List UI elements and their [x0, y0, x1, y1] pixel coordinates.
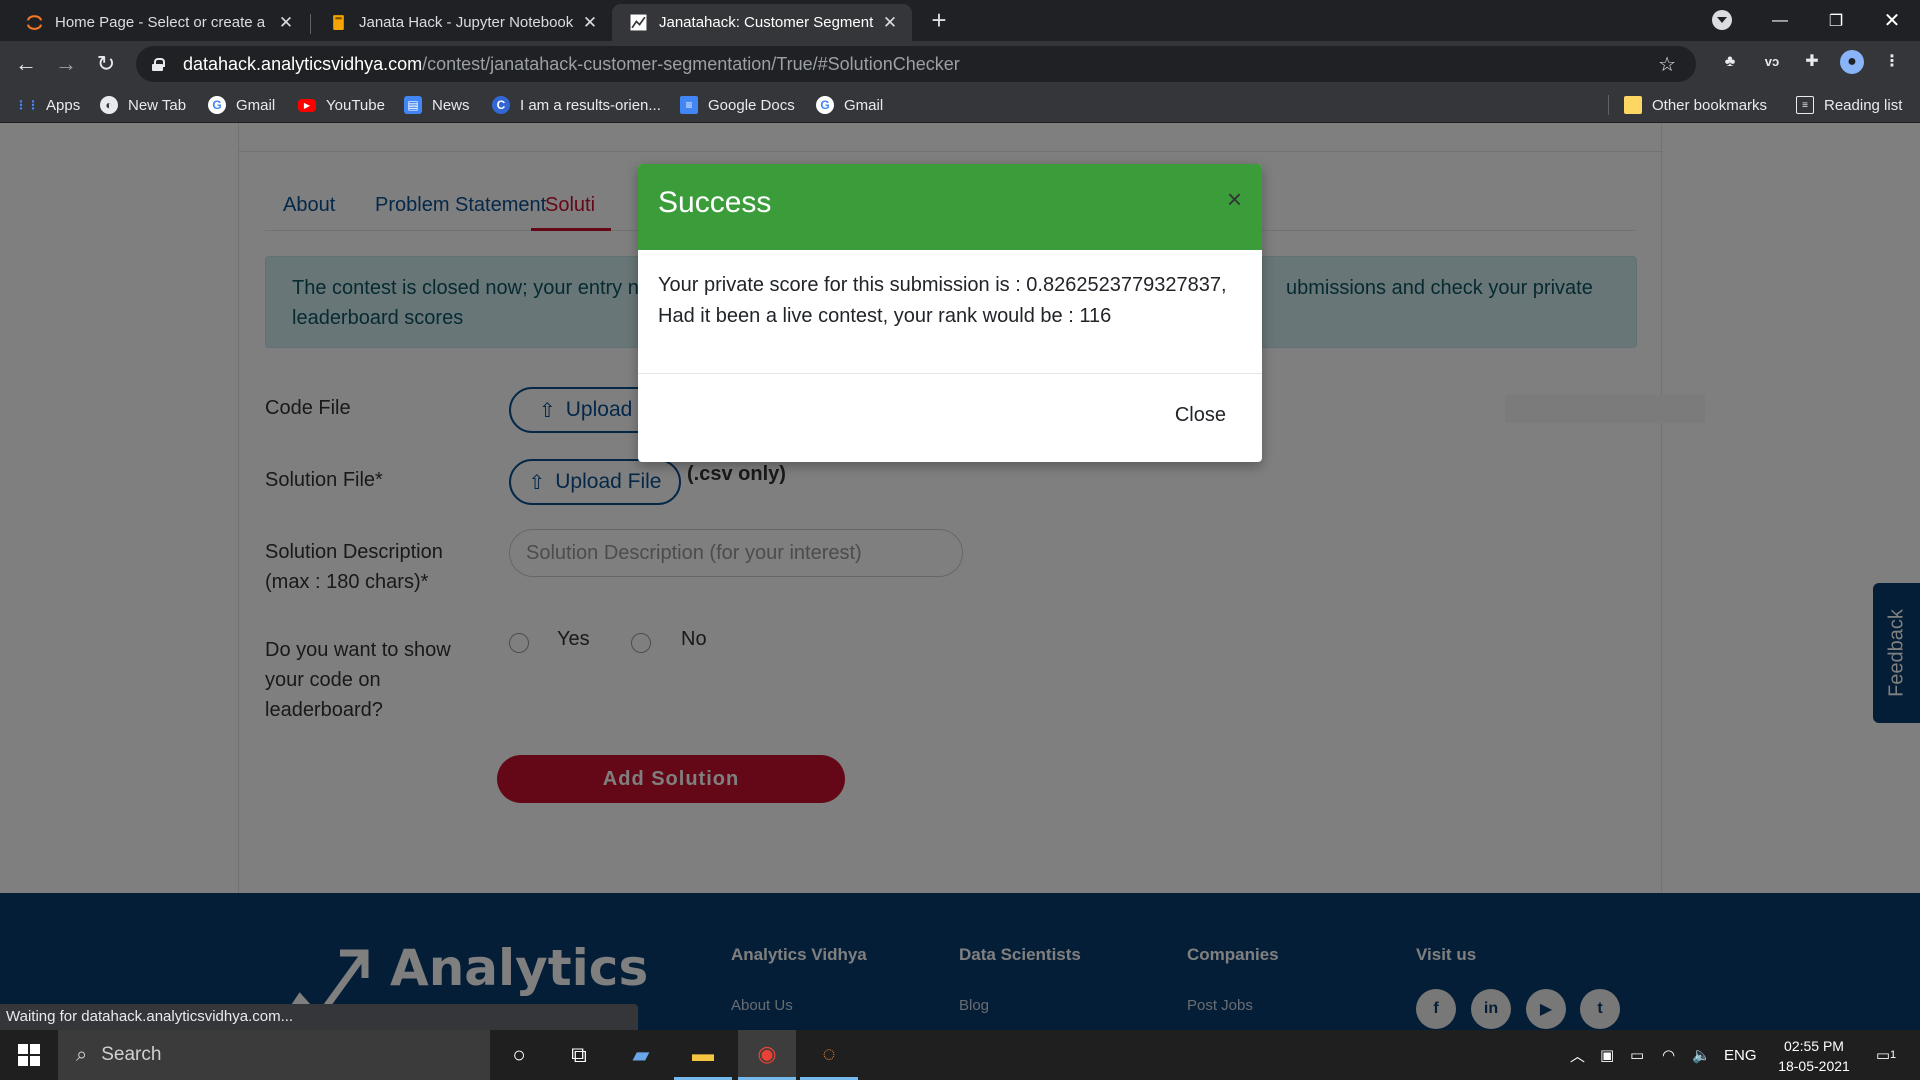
close-window-button[interactable]: ✕ — [1864, 0, 1920, 41]
browser-tab-jupyter[interactable]: Janata Hack - Jupyter Notebook ✕ — [312, 4, 612, 41]
jupyter-icon — [27, 15, 42, 30]
vpn-extension-icon[interactable]: vɔ — [1760, 50, 1784, 74]
bookmark-gmail-2[interactable]: G Gmail — [816, 95, 883, 115]
clock-time: 02:55 PM — [1784, 1038, 1844, 1054]
browser-tab-home[interactable]: Home Page - Select or create a n ✕ — [8, 4, 308, 41]
news-icon: ▤ — [404, 96, 422, 114]
tab-title: Janatahack: Customer Segmentat — [659, 14, 874, 31]
url-host: datahack.analyticsvidhya.com — [183, 53, 423, 74]
wifi-icon[interactable]: ◠ — [1662, 1030, 1675, 1080]
address-bar[interactable]: datahack.analyticsvidhya.com/contest/jan… — [136, 46, 1696, 82]
google-icon: G — [816, 96, 834, 114]
forward-icon[interactable]: → — [52, 50, 80, 78]
browser-status-bar: Waiting for datahack.analyticsvidhya.com… — [0, 1004, 638, 1030]
folder-icon — [1624, 96, 1642, 114]
show-hidden-icons[interactable]: ︿ — [1570, 1030, 1585, 1080]
close-tab-icon[interactable]: ✕ — [276, 13, 296, 33]
notification-count: 1 — [1890, 1049, 1897, 1061]
extensions-puzzle-icon[interactable]: ✚ — [1800, 50, 1824, 74]
taskbar-search-box[interactable]: ⌕ Search — [58, 1030, 490, 1080]
task-view-icon[interactable]: ⧉ — [550, 1030, 608, 1080]
restore-button[interactable]: ❐ — [1808, 0, 1864, 41]
windows-start-icon[interactable] — [0, 1030, 58, 1080]
jupyter-taskbar-icon[interactable]: ◌ — [800, 1030, 858, 1080]
bookmark-label: Gmail — [236, 96, 276, 114]
clock-date: 18-05-2021 — [1778, 1058, 1850, 1074]
bookmark-other[interactable]: Other bookmarks — [1624, 95, 1767, 115]
bookmark-new-tab[interactable]: ◐ New Tab — [100, 95, 186, 115]
bookmark-label: Gmail — [844, 96, 884, 114]
bookmark-label: YouTube — [326, 96, 385, 114]
notifications-icon[interactable]: ▭ 1 — [1866, 1030, 1906, 1080]
close-tab-icon[interactable]: ✕ — [580, 13, 600, 33]
bookmark-youtube[interactable]: ▶ YouTube — [298, 95, 385, 115]
bookmark-label: Google Docs — [708, 96, 795, 114]
tab-divider — [310, 14, 311, 34]
bookmark-apps[interactable]: ⋮⋮ Apps — [15, 95, 81, 115]
globe-icon: ◐ — [100, 96, 118, 114]
modal-close-icon[interactable]: × — [1227, 186, 1242, 212]
taskbar-search-label: Search — [101, 1044, 162, 1065]
battery-icon[interactable]: ▭ — [1630, 1030, 1644, 1080]
bookmark-results[interactable]: C I am a results-orien... — [492, 95, 661, 115]
bookmark-gmail[interactable]: G Gmail — [208, 95, 275, 115]
lock-icon[interactable] — [152, 57, 165, 71]
menu-kebab-icon[interactable]: ⋮ — [1880, 50, 1904, 74]
tab-search-icon[interactable] — [1712, 10, 1732, 30]
browser-tab-strip: Home Page - Select or create a n ✕ Janat… — [0, 0, 1920, 41]
back-icon[interactable]: ← — [12, 50, 40, 78]
file-explorer-icon[interactable]: ▬ — [674, 1030, 732, 1080]
reload-icon[interactable]: ↻ — [92, 50, 120, 78]
modal-close-button[interactable]: Close — [1175, 404, 1226, 427]
extension-icon[interactable]: ♣ — [1718, 50, 1742, 74]
browser-tab-janatahack[interactable]: Janatahack: Customer Segmentat ✕ — [612, 4, 912, 41]
bookmark-label: Reading list — [1824, 96, 1903, 114]
bookmark-label: New Tab — [128, 96, 187, 114]
youtube-icon: ▶ — [298, 98, 316, 112]
modal-header: Success × — [638, 164, 1262, 250]
windows-taskbar: ⌕ Search ○ ⧉ ▰ ▬ ◉ ◌ ︿ ▣ ▭ ◠ 🔈 ENG 02:55 … — [0, 1030, 1920, 1080]
bookmark-label: Other bookmarks — [1652, 96, 1768, 114]
chrome-icon[interactable]: ◉ — [738, 1030, 796, 1080]
volume-icon[interactable]: 🔈 — [1692, 1030, 1711, 1080]
modal-body: Your private score for this submission i… — [638, 250, 1262, 374]
browser-toolbar: ← → ↻ datahack.analyticsvidhya.com/conte… — [0, 41, 1920, 87]
close-tab-icon[interactable]: ✕ — [880, 13, 900, 33]
c-logo-icon: C — [492, 96, 510, 114]
reading-list[interactable]: ≡ Reading list — [1796, 95, 1902, 115]
google-icon: G — [208, 96, 226, 114]
notebook-icon — [333, 15, 344, 30]
bookmark-google-docs[interactable]: ≡ Google Docs — [680, 95, 795, 115]
docs-icon: ≡ — [680, 96, 698, 114]
analytics-icon — [630, 14, 647, 31]
taskbar-clock[interactable]: 02:55 PM 18-05-2021 — [1768, 1036, 1860, 1076]
new-tab-button[interactable]: + — [924, 5, 954, 36]
search-icon: ⌕ — [76, 1043, 88, 1066]
bookmark-label: I am a results-orien... — [520, 96, 661, 114]
tab-title: Home Page - Select or create a n — [55, 14, 270, 31]
rank-message: Had it been a live contest, your rank wo… — [658, 305, 1112, 327]
bookmark-star-icon[interactable]: ☆ — [1658, 52, 1676, 77]
modal-title: Success — [658, 186, 772, 219]
score-message: Your private score for this submission i… — [658, 274, 1227, 296]
cortana-icon[interactable]: ○ — [490, 1030, 548, 1080]
bookmarks-divider — [1608, 95, 1609, 115]
apps-grid-icon: ⋮⋮ — [15, 98, 39, 112]
url-path: /contest/janatahack-customer-segmentatio… — [422, 53, 960, 74]
bookmark-news[interactable]: ▤ News — [404, 95, 470, 115]
profile-avatar[interactable]: ● — [1840, 50, 1864, 74]
language-indicator[interactable]: ENG — [1724, 1030, 1757, 1080]
bookmark-label: Apps — [46, 96, 81, 114]
reading-list-icon: ≡ — [1796, 96, 1814, 114]
minimize-button[interactable]: — — [1752, 0, 1808, 41]
bookmarks-bar: ⋮⋮ Apps ◐ New Tab G Gmail ▶ YouTube ▤ News CI… — [0, 87, 1920, 123]
desktop-app-icon[interactable]: ▰ — [612, 1030, 670, 1080]
meet-now-icon[interactable]: ▣ — [1600, 1030, 1614, 1080]
tab-title: Janata Hack - Jupyter Notebook — [359, 14, 574, 31]
success-modal: Success × Your private score for this su… — [638, 164, 1262, 462]
bookmark-label: News — [432, 96, 470, 114]
